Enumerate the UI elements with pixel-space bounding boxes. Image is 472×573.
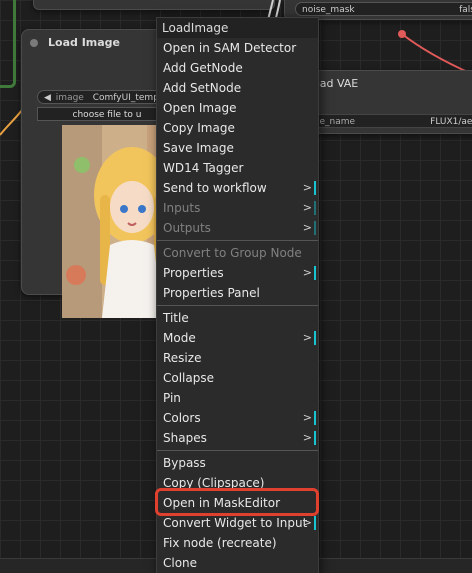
menu-item-label: Mode (163, 331, 196, 345)
menu-item-add-getnode[interactable]: Add GetNode (157, 58, 318, 78)
submenu-accent (314, 221, 316, 235)
menu-item-label: Properties (163, 266, 224, 280)
menu-item-convert-to-group-node: Convert to Group Node (157, 243, 318, 263)
noise-mask-label: noise_mask (302, 5, 355, 15)
image-widget-label: image (55, 93, 84, 103)
vae-widget-label: ae_name (314, 117, 356, 127)
load-vae-node[interactable]: oad VAE ae_name FLUX1/ae.s (300, 70, 472, 134)
menu-item-label: Clone (163, 556, 198, 570)
menu-separator (157, 240, 318, 241)
menu-item-label: WD14 Tagger (163, 161, 244, 175)
menu-item-send-to-workflow[interactable]: Send to workflow > (157, 178, 318, 198)
vae-select-widget[interactable]: ae_name FLUX1/ae.s (307, 114, 472, 128)
menu-item-label: Copy Image (163, 121, 235, 135)
menu-item-copy-image[interactable]: Copy Image (157, 118, 318, 138)
vae-node-title: oad VAE (313, 77, 359, 90)
menu-item-copy-clipspace[interactable]: Copy (Clipspace) (157, 473, 318, 493)
menu-item-label: Add GetNode (163, 61, 243, 75)
menu-item-label: Add SetNode (163, 81, 242, 95)
noise-mask-value: fals (459, 5, 472, 15)
menu-item-open-in-sam-detector[interactable]: Open in SAM Detector (157, 38, 318, 58)
vae-widget-value: FLUX1/ae.s (430, 117, 472, 127)
submenu-arrow-icon: > (302, 266, 312, 279)
context-menu-header: LoadImage (157, 18, 318, 38)
menu-item-label: Bypass (163, 456, 206, 470)
workflow-canvas[interactable]: noise_mask fals Load Image ◀ image Comfy… (0, 0, 472, 573)
menu-separator (157, 305, 318, 306)
menu-item-convert-widget-to-input[interactable]: Convert Widget to Input > (157, 513, 318, 533)
menu-item-title[interactable]: Title (157, 308, 318, 328)
menu-separator (157, 450, 318, 451)
menu-item-label: Fix node (recreate) (163, 536, 277, 550)
menu-item-shapes[interactable]: Shapes > (157, 428, 318, 448)
node-title: Load Image (48, 36, 121, 49)
menu-item-properties-panel[interactable]: Properties Panel (157, 283, 318, 303)
menu-item-properties[interactable]: Properties > (157, 263, 318, 283)
node-status-dot (30, 39, 38, 47)
menu-item-fix-node-recreate[interactable]: Fix node (recreate) (157, 533, 318, 553)
menu-item-label: Resize (163, 351, 202, 365)
submenu-arrow-icon: > (302, 201, 312, 214)
menu-item-label: Open in SAM Detector (163, 41, 297, 55)
menu-item-label: Copy (Clipspace) (163, 476, 265, 490)
upload-button-label: choose file to u (72, 110, 142, 120)
submenu-accent (314, 201, 316, 215)
context-menu[interactable]: LoadImage Open in SAM Detector Add GetNod… (156, 17, 319, 573)
submenu-accent (314, 266, 316, 280)
chevron-left-icon[interactable]: ◀ (44, 93, 51, 103)
menu-item-label: Colors (163, 411, 201, 425)
menu-item-mode[interactable]: Mode > (157, 328, 318, 348)
menu-item-inputs: Inputs > (157, 198, 318, 218)
menu-item-label: Inputs (163, 201, 201, 215)
noise-mask-widget[interactable]: noise_mask fals (295, 2, 472, 16)
menu-item-label: Convert Widget to Input (163, 516, 308, 530)
submenu-accent (314, 331, 316, 345)
menu-item-label: Pin (163, 391, 181, 405)
submenu-arrow-icon: > (302, 331, 312, 344)
menu-item-add-setnode[interactable]: Add SetNode (157, 78, 318, 98)
menu-item-label: Collapse (163, 371, 214, 385)
menu-item-wd14-tagger[interactable]: WD14 Tagger (157, 158, 318, 178)
menu-item-label: Open in MaskEditor (163, 496, 281, 510)
submenu-accent (314, 411, 316, 425)
submenu-arrow-icon: > (302, 411, 312, 424)
menu-item-pin[interactable]: Pin (157, 388, 318, 408)
menu-item-label: Outputs (163, 221, 211, 235)
menu-item-label: Save Image (163, 141, 234, 155)
context-menu-body: Open in SAM Detector Add GetNode Add SetNo… (157, 38, 318, 573)
submenu-accent (314, 181, 316, 195)
menu-item-open-in-maskeditor[interactable]: Open in MaskEditor (157, 493, 318, 513)
submenu-accent (314, 431, 316, 445)
submenu-arrow-icon: > (302, 431, 312, 444)
menu-item-label: Open Image (163, 101, 237, 115)
menu-item-label: Properties Panel (163, 286, 260, 300)
menu-item-save-image[interactable]: Save Image (157, 138, 318, 158)
menu-item-clone[interactable]: Clone (157, 553, 318, 573)
menu-item-open-image[interactable]: Open Image (157, 98, 318, 118)
menu-item-collapse[interactable]: Collapse (157, 368, 318, 388)
submenu-arrow-icon: > (302, 516, 312, 529)
menu-item-label: Shapes (163, 431, 207, 445)
submenu-arrow-icon: > (302, 181, 312, 194)
submenu-accent (314, 516, 316, 530)
submenu-arrow-icon: > (302, 221, 312, 234)
menu-item-label: Send to workflow (163, 181, 267, 195)
menu-item-outputs: Outputs > (157, 218, 318, 238)
menu-item-label: Convert to Group Node (163, 246, 302, 260)
menu-item-label: Title (163, 311, 189, 325)
menu-item-bypass[interactable]: Bypass (157, 453, 318, 473)
menu-item-resize[interactable]: Resize (157, 348, 318, 368)
menu-item-colors[interactable]: Colors > (157, 408, 318, 428)
